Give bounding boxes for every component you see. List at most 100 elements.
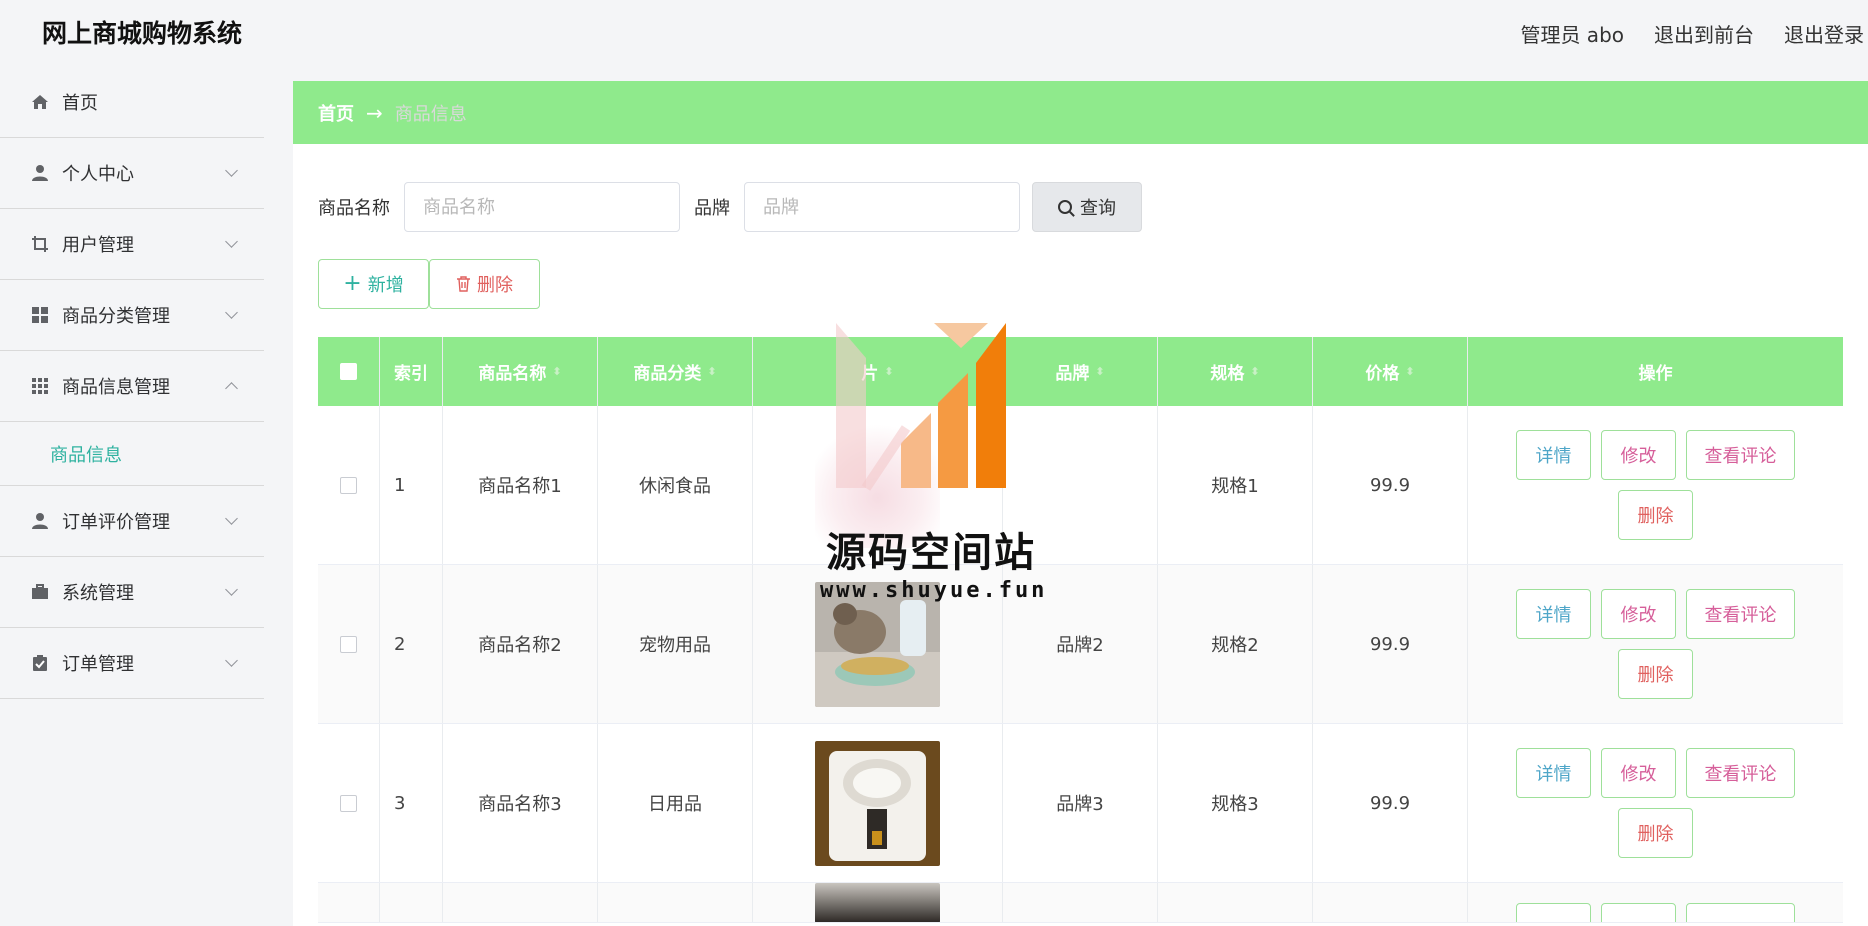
chevron-down-icon (225, 164, 238, 177)
row-checkbox[interactable] (340, 476, 357, 494)
search-icon (1058, 200, 1072, 214)
query-button[interactable]: 查询 (1032, 182, 1142, 232)
row-checkbox[interactable] (340, 794, 357, 812)
sidebar-item-users[interactable]: 用户管理 (0, 209, 264, 280)
breadcrumb-arrow: → (366, 100, 383, 125)
sidebar: 首页 个人中心 用户管理 商品分类管理 商品信息管理 商品信息 订单评价管理 系… (0, 66, 264, 926)
chevron-down-icon (225, 235, 238, 248)
user-icon (30, 163, 50, 183)
add-button[interactable]: + 新增 (318, 259, 429, 309)
delete-button[interactable]: 删除 (1618, 808, 1693, 858)
row-index: 1 (380, 406, 443, 564)
user-icon (30, 511, 50, 531)
product-image (815, 740, 940, 866)
product-name-input[interactable] (404, 182, 680, 232)
detail-button[interactable]: 详情 (1516, 589, 1591, 639)
sidebar-item-orders[interactable]: 订单管理 (0, 628, 264, 699)
header-name[interactable]: 商品名称 ⬍ (443, 337, 598, 406)
sort-icon: ⬍ (707, 365, 717, 378)
sort-icon: ⬍ (552, 365, 562, 378)
sort-icon: ⬍ (1250, 365, 1260, 378)
edit-button[interactable]: 修改 (1601, 748, 1676, 798)
row-category: 休闲食品 (598, 406, 753, 564)
chevron-down-icon (225, 306, 238, 319)
breadcrumb-current: 商品信息 (394, 103, 467, 125)
breadcrumb-home[interactable]: 首页 (318, 100, 354, 126)
main-content: 首页 → 商品信息 商品名称 品牌 查询 + 新增 删除 索引 商品名称⬍ (293, 81, 1868, 926)
row-brand: 品牌3 (1003, 724, 1158, 882)
delete-button[interactable]: 删除 (1618, 490, 1693, 540)
row-price: 99.9 (1313, 406, 1468, 564)
detail-button[interactable]: 详情 (1516, 748, 1591, 798)
product-table: 索引 商品名称 ⬍ 商品分类 ⬍ 片 ⬍ 品牌 ⬍ 规格 ⬍ 价格 ⬍ 操作 1 商品名称1… (318, 337, 1843, 923)
sidebar-item-label: 系统管理 (62, 583, 134, 604)
table-header: 索引 商品名称 ⬍ 商品分类 ⬍ 片 ⬍ 品牌 ⬍ 规格 ⬍ 价格 ⬍ 操作 (318, 337, 1843, 406)
edit-button[interactable] (1601, 903, 1676, 922)
product-image (815, 883, 940, 922)
edit-button[interactable]: 修改 (1601, 430, 1676, 480)
chevron-down-icon (225, 654, 238, 667)
header-index: 索引 (380, 337, 443, 406)
detail-button[interactable] (1516, 903, 1591, 922)
header-price[interactable]: 价格 ⬍ (1313, 337, 1468, 406)
brand-label: 品牌 (694, 198, 730, 219)
select-all-checkbox[interactable] (340, 363, 357, 380)
delete-button[interactable]: 删除 (1618, 649, 1693, 699)
home-icon (30, 92, 50, 112)
exit-to-front-link[interactable]: 退出到前台 (1654, 19, 1754, 48)
top-header: 网上商城购物系统 管理员 abo 退出到前台 退出登录 (0, 0, 1868, 66)
detail-button[interactable]: 详情 (1516, 430, 1591, 480)
table-row (318, 883, 1843, 923)
row-ops: 详情 修改 查看评论 删除 (1468, 724, 1843, 882)
apps-icon (30, 376, 50, 396)
sort-icon: ⬍ (1095, 365, 1105, 378)
action-bar: + 新增 删除 (318, 259, 540, 309)
view-reviews-button[interactable]: 查看评论 (1686, 748, 1795, 798)
app-title: 网上商城购物系统 (42, 19, 243, 48)
row-name: 商品名称3 (443, 724, 598, 882)
select-all-cell (318, 337, 380, 406)
row-checkbox[interactable] (340, 635, 357, 653)
table-row: 3 商品名称3 日用品 品牌3 规格3 99.9 详情 修改 查看评论 删除 (318, 724, 1843, 883)
row-ops: 详情 修改 查看评论 删除 (1468, 406, 1843, 564)
batch-delete-button[interactable]: 删除 (429, 259, 540, 309)
sidebar-item-system[interactable]: 系统管理 (0, 557, 264, 628)
row-category: 日用品 (598, 724, 753, 882)
sidebar-item-products[interactable]: 商品信息管理 (0, 351, 264, 422)
sidebar-item-label: 订单评价管理 (62, 512, 170, 533)
view-reviews-button[interactable]: 查看评论 (1686, 589, 1795, 639)
sidebar-item-categories[interactable]: 商品分类管理 (0, 280, 264, 351)
logout-link[interactable]: 退出登录 (1784, 19, 1864, 48)
row-ops: 详情 修改 查看评论 删除 (1468, 565, 1843, 723)
row-image-cell (753, 724, 1003, 882)
sidebar-item-label: 商品信息管理 (62, 377, 170, 398)
edit-button[interactable]: 修改 (1601, 589, 1676, 639)
sidebar-item-label: 个人中心 (62, 164, 134, 185)
sidebar-item-order-reviews[interactable]: 订单评价管理 (0, 486, 264, 557)
chevron-up-icon (225, 382, 238, 395)
table-row: 1 商品名称1 休闲食品 规格1 99.9 详情 修改 查看评论 删除 (318, 406, 1843, 565)
header-spec[interactable]: 规格 ⬍ (1158, 337, 1313, 406)
sidebar-item-home[interactable]: 首页 (0, 66, 264, 138)
row-index: 3 (380, 724, 443, 882)
breadcrumb: 首页 → 商品信息 (293, 81, 1868, 144)
sidebar-subitem-product-info[interactable]: 商品信息 (0, 422, 264, 486)
crop-icon (30, 234, 50, 254)
batch-delete-label: 删除 (477, 275, 513, 296)
header-ops: 操作 (1638, 364, 1673, 384)
sort-icon: ⬍ (1405, 365, 1415, 378)
view-reviews-button[interactable] (1686, 903, 1795, 922)
clipboard-icon (30, 653, 50, 673)
chevron-down-icon (225, 512, 238, 525)
brand-input[interactable] (744, 182, 1020, 232)
sidebar-item-label: 订单管理 (62, 654, 134, 675)
view-reviews-button[interactable]: 查看评论 (1686, 430, 1795, 480)
product-name-label: 商品名称 (318, 198, 390, 219)
watermark-text: 源码空间站 (826, 530, 1036, 576)
admin-user-link[interactable]: 管理员 abo (1520, 19, 1624, 48)
chevron-down-icon (225, 583, 238, 596)
header-category[interactable]: 商品分类 ⬍ (598, 337, 753, 406)
row-name: 商品名称1 (443, 406, 598, 564)
plus-icon: + (343, 271, 362, 296)
sidebar-item-profile[interactable]: 个人中心 (0, 138, 264, 209)
